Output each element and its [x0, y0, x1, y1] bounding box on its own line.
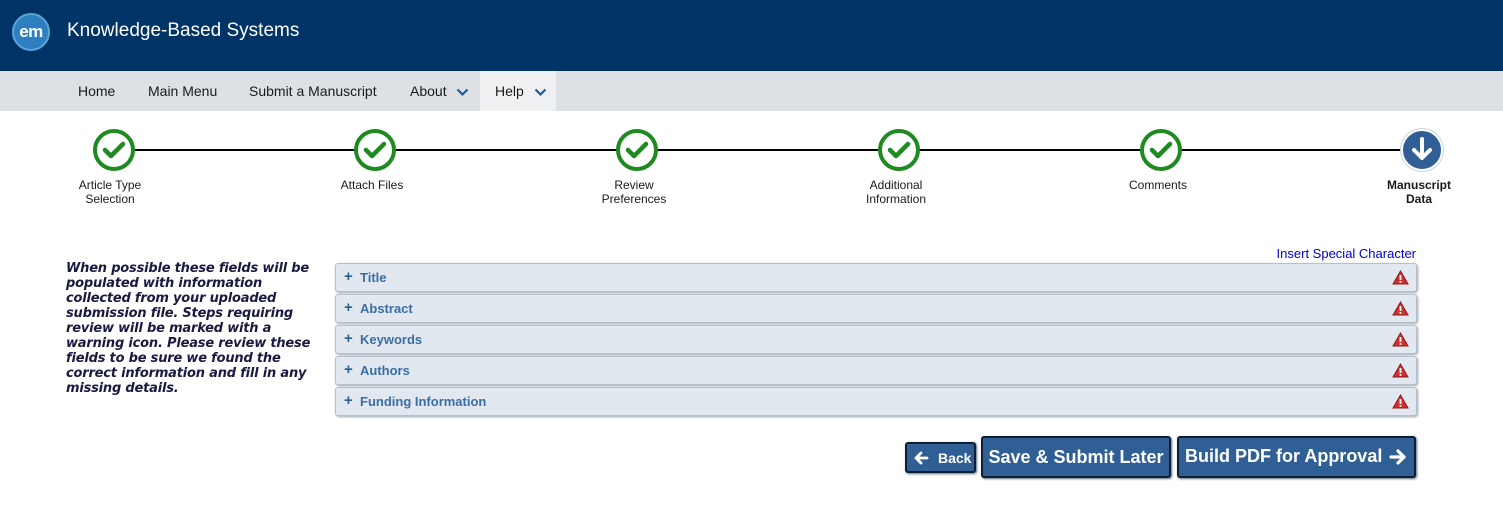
main-nav: Home Main Menu Submit a Manuscript About… — [0, 71, 1503, 111]
warning-icon — [1392, 332, 1409, 347]
stepper-connector-line — [114, 149, 1422, 151]
nav-submit-manuscript[interactable]: Submit a Manuscript — [249, 71, 377, 111]
step-label-comments: Comments — [1128, 178, 1187, 192]
step-label-review-preferences: Review Preferences — [601, 178, 667, 206]
step-4-check-icon[interactable] — [878, 129, 920, 171]
app-title: Knowledge-Based Systems — [67, 20, 300, 41]
nav-about[interactable]: About — [410, 71, 469, 111]
step-6-arrow-down-icon[interactable] — [1401, 129, 1443, 171]
panel-authors[interactable]: + Authors — [335, 356, 1417, 385]
panel-keywords[interactable]: + Keywords — [335, 325, 1417, 354]
step-3-check-icon[interactable] — [616, 129, 658, 171]
panel-title[interactable]: + Title — [335, 263, 1417, 292]
step-label-attach-files: Attach Files — [340, 178, 404, 192]
expand-plus-icon: + — [344, 392, 353, 409]
arrow-right-icon — [1389, 449, 1406, 465]
insert-special-character-link[interactable]: Insert Special Character — [1277, 246, 1416, 261]
step-label-additional-information: Additional Information — [865, 178, 927, 206]
expand-plus-icon: + — [344, 330, 353, 347]
nav-home[interactable]: Home — [78, 71, 115, 111]
warning-icon — [1392, 301, 1409, 316]
chevron-down-icon — [534, 88, 546, 96]
back-button[interactable]: Back — [905, 442, 976, 473]
expand-plus-icon: + — [344, 299, 353, 316]
panel-funding-information[interactable]: + Funding Information — [335, 387, 1417, 416]
expand-plus-icon: + — [344, 268, 353, 285]
build-pdf-button[interactable]: Build PDF for Approval — [1177, 436, 1416, 478]
warning-icon — [1392, 270, 1409, 285]
step-2-check-icon[interactable] — [354, 129, 396, 171]
top-header: em Knowledge-Based Systems — [0, 0, 1503, 71]
warning-icon — [1392, 363, 1409, 378]
save-submit-later-button[interactable]: Save & Submit Later — [981, 436, 1171, 478]
nav-main-menu[interactable]: Main Menu — [148, 71, 217, 111]
expand-plus-icon: + — [344, 361, 353, 378]
step-label-manuscript-data: Manuscript Data — [1386, 178, 1451, 206]
chevron-down-icon — [457, 88, 469, 96]
help-text: When possible these fields will be popul… — [66, 261, 311, 396]
warning-icon — [1392, 394, 1409, 409]
em-logo[interactable]: em — [12, 13, 50, 51]
step-5-check-icon[interactable] — [1140, 129, 1182, 171]
nav-help[interactable]: Help — [480, 71, 556, 111]
step-label-article-type: Article Type Selection — [78, 178, 142, 206]
step-1-check-icon[interactable] — [93, 129, 135, 171]
arrow-left-icon — [914, 451, 929, 465]
panel-abstract[interactable]: + Abstract — [335, 294, 1417, 323]
